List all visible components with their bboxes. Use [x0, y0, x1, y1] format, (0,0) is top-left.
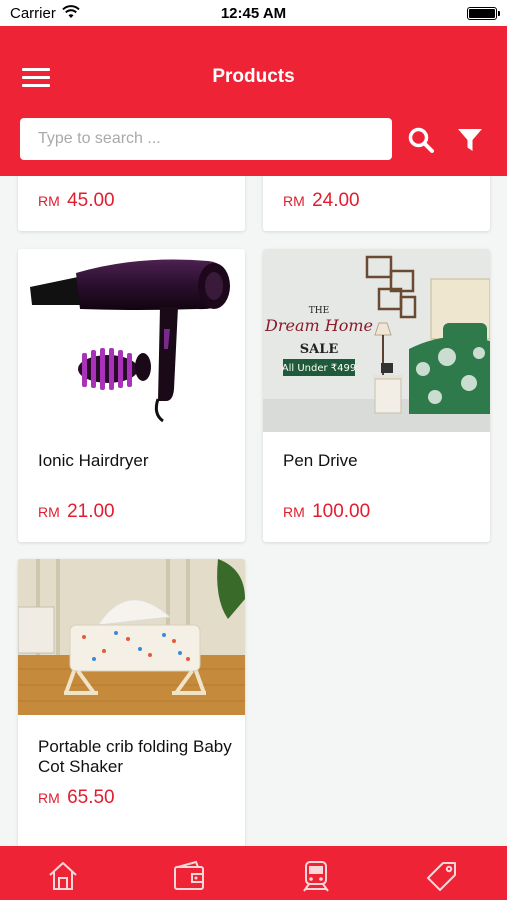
product-card[interactable]: Ionic Hairdryer RM 21.00: [18, 249, 245, 542]
wallet-icon[interactable]: [172, 859, 206, 893]
product-price: RM 65.50: [38, 787, 115, 808]
train-icon[interactable]: [299, 859, 333, 893]
product-image-crib: [18, 559, 245, 715]
filter-icon[interactable]: [456, 126, 484, 154]
promo-text-sale: SALE: [300, 342, 339, 357]
promo-text-the: THE: [309, 306, 329, 316]
home-icon[interactable]: [46, 859, 80, 893]
product-card[interactable]: Portable crib folding Baby Cot Shaker RM…: [18, 559, 245, 846]
search-input[interactable]: [20, 118, 392, 160]
product-image-promo: THE Dream Home SALE All Under ₹499: [263, 249, 490, 432]
product-name: Portable crib folding Baby Cot Shaker: [38, 737, 232, 776]
status-bar: Carrier 12:45 AM: [0, 0, 507, 26]
product-image-hairdryer: [18, 249, 245, 432]
product-card[interactable]: RM 24.00: [263, 176, 490, 231]
product-price: RM 21.00: [38, 501, 115, 522]
clock: 12:45 AM: [220, 5, 287, 22]
product-card[interactable]: THE Dream Home SALE All Under ₹499 Pen D…: [263, 249, 490, 542]
product-price: RM 24.00: [283, 190, 360, 211]
tag-icon[interactable]: [425, 859, 459, 893]
page-title: Products: [212, 66, 295, 87]
search-icon[interactable]: [407, 126, 435, 154]
product-list[interactable]: RM 45.00 RM 24.00 Ionic Hairdryer RM 21.…: [0, 176, 507, 846]
product-price: RM 45.00: [38, 190, 115, 211]
promo-text-price: All Under ₹499: [282, 363, 356, 374]
product-name: Pen Drive: [283, 451, 358, 470]
product-name: Ionic Hairdryer: [38, 451, 149, 470]
promo-text-dream-home: Dream Home: [264, 316, 373, 335]
product-card[interactable]: RM 45.00: [18, 176, 245, 231]
product-price: RM 100.00: [283, 501, 371, 522]
bottom-tab-bar: [0, 846, 507, 900]
battery-icon: [467, 7, 500, 20]
app-header: Products: [0, 26, 507, 176]
